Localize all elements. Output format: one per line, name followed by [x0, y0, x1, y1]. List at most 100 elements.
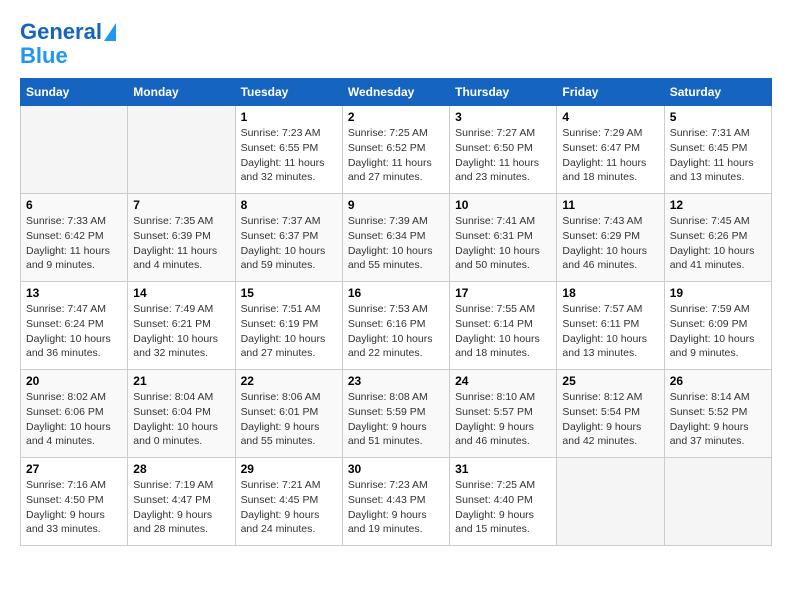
- day-info: Sunrise: 8:04 AM Sunset: 6:04 PM Dayligh…: [133, 390, 229, 449]
- day-number: 10: [455, 198, 551, 212]
- day-info: Sunrise: 7:35 AM Sunset: 6:39 PM Dayligh…: [133, 214, 229, 273]
- day-number: 11: [562, 198, 658, 212]
- day-number: 9: [348, 198, 444, 212]
- day-number: 29: [241, 462, 337, 476]
- calendar-cell: 3 Sunrise: 7:27 AM Sunset: 6:50 PM Daylig…: [450, 106, 557, 194]
- day-info: Sunrise: 8:14 AM Sunset: 5:52 PM Dayligh…: [670, 390, 766, 449]
- day-number: 17: [455, 286, 551, 300]
- day-info: Sunrise: 7:51 AM Sunset: 6:19 PM Dayligh…: [241, 302, 337, 361]
- calendar-cell: 10 Sunrise: 7:41 AM Sunset: 6:31 PM Dayli…: [450, 194, 557, 282]
- day-info: Sunrise: 8:08 AM Sunset: 5:59 PM Dayligh…: [348, 390, 444, 449]
- calendar-cell: 5 Sunrise: 7:31 AM Sunset: 6:45 PM Daylig…: [664, 106, 771, 194]
- calendar-cell: 1Sunrise: 7:23 AM Sunset: 6:55 PM Daylig…: [235, 106, 342, 194]
- day-info: Sunrise: 8:12 AM Sunset: 5:54 PM Dayligh…: [562, 390, 658, 449]
- calendar-table: SundayMondayTuesdayWednesdayThursdayFrid…: [20, 78, 772, 546]
- calendar-cell: 29 Sunrise: 7:21 AM Sunset: 4:45 PM Dayli…: [235, 458, 342, 546]
- calendar-cell: 25 Sunrise: 8:12 AM Sunset: 5:54 PM Dayli…: [557, 370, 664, 458]
- day-number: 14: [133, 286, 229, 300]
- day-number: 23: [348, 374, 444, 388]
- logo-triangle-icon: [104, 23, 116, 41]
- day-info: Sunrise: 7:31 AM Sunset: 6:45 PM Dayligh…: [670, 126, 766, 185]
- day-info: Sunrise: 7:45 AM Sunset: 6:26 PM Dayligh…: [670, 214, 766, 273]
- day-info: Sunrise: 7:41 AM Sunset: 6:31 PM Dayligh…: [455, 214, 551, 273]
- day-info: Sunrise: 7:19 AM Sunset: 4:47 PM Dayligh…: [133, 478, 229, 537]
- day-info: Sunrise: 7:29 AM Sunset: 6:47 PM Dayligh…: [562, 126, 658, 185]
- calendar-cell: 7 Sunrise: 7:35 AM Sunset: 6:39 PM Daylig…: [128, 194, 235, 282]
- calendar-cell: 27Sunrise: 7:16 AM Sunset: 4:50 PM Dayli…: [21, 458, 128, 546]
- day-info: Sunrise: 7:16 AM Sunset: 4:50 PM Dayligh…: [26, 478, 122, 537]
- header-day-saturday: Saturday: [664, 79, 771, 106]
- day-number: 22: [241, 374, 337, 388]
- calendar-week-2: 6 Sunrise: 7:33 AM Sunset: 6:42 PM Daylig…: [21, 194, 772, 282]
- day-info: Sunrise: 7:49 AM Sunset: 6:21 PM Dayligh…: [133, 302, 229, 361]
- calendar-cell: 8Sunrise: 7:37 AM Sunset: 6:37 PM Daylig…: [235, 194, 342, 282]
- calendar-cell: 4 Sunrise: 7:29 AM Sunset: 6:47 PM Daylig…: [557, 106, 664, 194]
- calendar-cell: [664, 458, 771, 546]
- calendar-cell: 19 Sunrise: 7:59 AM Sunset: 6:09 PM Dayli…: [664, 282, 771, 370]
- day-info: Sunrise: 7:27 AM Sunset: 6:50 PM Dayligh…: [455, 126, 551, 185]
- day-number: 26: [670, 374, 766, 388]
- day-number: 3: [455, 110, 551, 124]
- day-number: 6: [26, 198, 122, 212]
- calendar-header-row: SundayMondayTuesdayWednesdayThursdayFrid…: [21, 79, 772, 106]
- day-number: 28: [133, 462, 229, 476]
- day-number: 13: [26, 286, 122, 300]
- day-number: 2: [348, 110, 444, 124]
- day-number: 5: [670, 110, 766, 124]
- day-info: Sunrise: 7:57 AM Sunset: 6:11 PM Dayligh…: [562, 302, 658, 361]
- day-info: Sunrise: 7:25 AM Sunset: 6:52 PM Dayligh…: [348, 126, 444, 185]
- day-number: 1: [241, 110, 337, 124]
- calendar-cell: 22 Sunrise: 8:06 AM Sunset: 6:01 PM Dayli…: [235, 370, 342, 458]
- calendar-week-3: 13Sunrise: 7:47 AM Sunset: 6:24 PM Dayli…: [21, 282, 772, 370]
- logo: General Blue: [20, 20, 116, 68]
- calendar-cell: 31Sunrise: 7:25 AM Sunset: 4:40 PM Dayli…: [450, 458, 557, 546]
- calendar-cell: 13Sunrise: 7:47 AM Sunset: 6:24 PM Dayli…: [21, 282, 128, 370]
- calendar-cell: 15 Sunrise: 7:51 AM Sunset: 6:19 PM Dayli…: [235, 282, 342, 370]
- calendar-cell: 18 Sunrise: 7:57 AM Sunset: 6:11 PM Dayli…: [557, 282, 664, 370]
- day-info: Sunrise: 7:33 AM Sunset: 6:42 PM Dayligh…: [26, 214, 122, 273]
- logo-text-blue: Blue: [20, 44, 68, 68]
- day-number: 30: [348, 462, 444, 476]
- calendar-cell: 2 Sunrise: 7:25 AM Sunset: 6:52 PM Daylig…: [342, 106, 449, 194]
- calendar-cell: 6 Sunrise: 7:33 AM Sunset: 6:42 PM Daylig…: [21, 194, 128, 282]
- calendar-cell: 16Sunrise: 7:53 AM Sunset: 6:16 PM Dayli…: [342, 282, 449, 370]
- header-day-friday: Friday: [557, 79, 664, 106]
- calendar-cell: 17 Sunrise: 7:55 AM Sunset: 6:14 PM Dayli…: [450, 282, 557, 370]
- day-number: 25: [562, 374, 658, 388]
- calendar-cell: 20Sunrise: 8:02 AM Sunset: 6:06 PM Dayli…: [21, 370, 128, 458]
- day-info: Sunrise: 8:10 AM Sunset: 5:57 PM Dayligh…: [455, 390, 551, 449]
- logo-text: General: [20, 20, 102, 44]
- day-number: 15: [241, 286, 337, 300]
- calendar-cell: 9 Sunrise: 7:39 AM Sunset: 6:34 PM Daylig…: [342, 194, 449, 282]
- calendar-cell: [21, 106, 128, 194]
- day-number: 18: [562, 286, 658, 300]
- header-day-tuesday: Tuesday: [235, 79, 342, 106]
- day-number: 12: [670, 198, 766, 212]
- day-number: 20: [26, 374, 122, 388]
- header-day-wednesday: Wednesday: [342, 79, 449, 106]
- calendar-cell: 30 Sunrise: 7:23 AM Sunset: 4:43 PM Dayli…: [342, 458, 449, 546]
- day-number: 16: [348, 286, 444, 300]
- day-number: 4: [562, 110, 658, 124]
- day-info: Sunrise: 7:23 AM Sunset: 4:43 PM Dayligh…: [348, 478, 444, 537]
- calendar-cell: 23 Sunrise: 8:08 AM Sunset: 5:59 PM Dayli…: [342, 370, 449, 458]
- day-number: 7: [133, 198, 229, 212]
- header-day-monday: Monday: [128, 79, 235, 106]
- day-number: 8: [241, 198, 337, 212]
- day-info: Sunrise: 8:06 AM Sunset: 6:01 PM Dayligh…: [241, 390, 337, 449]
- calendar-cell: 14 Sunrise: 7:49 AM Sunset: 6:21 PM Dayli…: [128, 282, 235, 370]
- calendar-week-1: 1Sunrise: 7:23 AM Sunset: 6:55 PM Daylig…: [21, 106, 772, 194]
- calendar-cell: 12 Sunrise: 7:45 AM Sunset: 6:26 PM Dayli…: [664, 194, 771, 282]
- calendar-cell: 21Sunrise: 8:04 AM Sunset: 6:04 PM Dayli…: [128, 370, 235, 458]
- day-number: 24: [455, 374, 551, 388]
- day-info: Sunrise: 7:43 AM Sunset: 6:29 PM Dayligh…: [562, 214, 658, 273]
- day-info: Sunrise: 7:39 AM Sunset: 6:34 PM Dayligh…: [348, 214, 444, 273]
- day-number: 31: [455, 462, 551, 476]
- day-info: Sunrise: 7:59 AM Sunset: 6:09 PM Dayligh…: [670, 302, 766, 361]
- day-info: Sunrise: 7:55 AM Sunset: 6:14 PM Dayligh…: [455, 302, 551, 361]
- day-number: 19: [670, 286, 766, 300]
- header-day-thursday: Thursday: [450, 79, 557, 106]
- page-header: General Blue: [20, 20, 772, 68]
- calendar-cell: [557, 458, 664, 546]
- day-info: Sunrise: 7:21 AM Sunset: 4:45 PM Dayligh…: [241, 478, 337, 537]
